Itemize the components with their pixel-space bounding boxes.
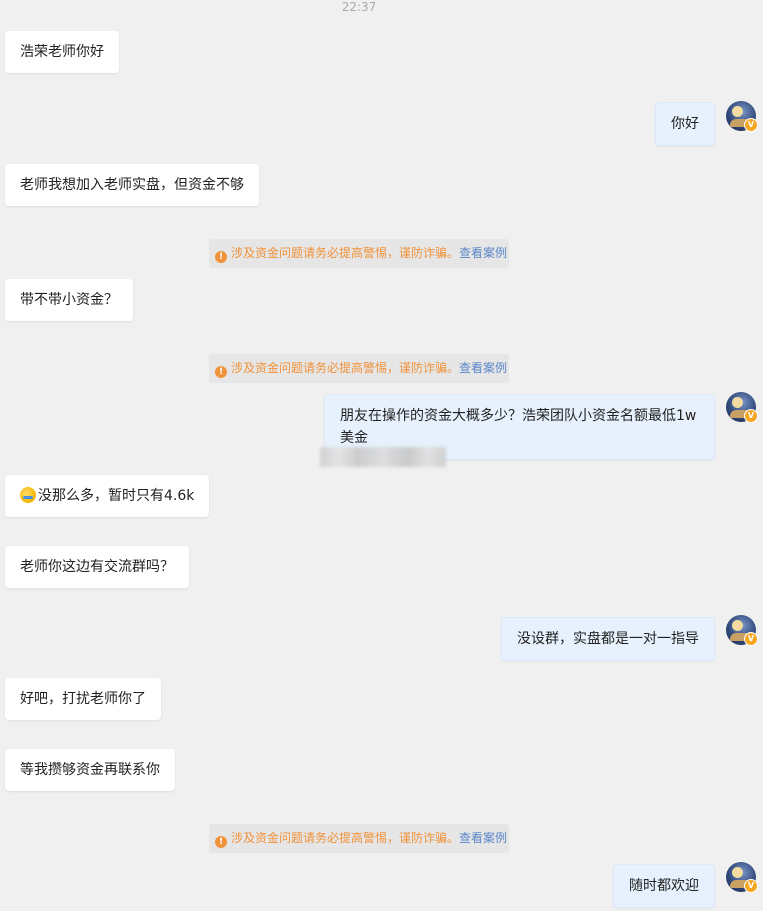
message-bubble-incoming[interactable]: 好吧，打扰老师你了 <box>5 678 161 720</box>
message-text: 朋友在操作的资金大概多少？浩荣团队小资金名额最低1w美金 <box>340 408 697 446</box>
message-bubble-incoming[interactable]: 带不带小资金？ <box>5 279 133 321</box>
verified-badge-icon: V <box>744 879 758 893</box>
message-text: 老师你这边有交流群吗？ <box>20 559 174 575</box>
avatar-moon <box>732 397 743 408</box>
message-bubble-outgoing[interactable]: 随时都欢迎 <box>613 864 715 908</box>
warning-icon: ! <box>215 251 227 263</box>
message-bubble-incoming[interactable]: 老师我想加入老师实盘，但资金不够 <box>5 164 259 206</box>
avatar-moon <box>732 867 743 878</box>
message-bubble-incoming[interactable]: 等我攒够资金再联系你 <box>5 749 175 791</box>
message-text: 没那么多，暂时只有4.6k <box>38 488 195 504</box>
fraud-warning-notice: ! 涉及资金问题请务必提高警惕，谨防诈骗。查看案例 <box>209 354 509 383</box>
verified-badge-icon: V <box>744 118 758 132</box>
crying-laughing-emoji-icon <box>20 487 36 503</box>
chat-timestamp: 22:37 <box>341 0 377 14</box>
message-text: 随时都欢迎 <box>629 878 699 894</box>
message-bubble-outgoing[interactable]: 没设群，实盘都是一对一指导 <box>501 617 715 661</box>
warning-icon: ! <box>215 366 227 378</box>
redacted-area <box>320 447 446 467</box>
avatar-moon <box>732 106 743 117</box>
message-bubble-outgoing[interactable]: 你好 <box>655 102 715 146</box>
message-bubble-incoming[interactable]: 老师你这边有交流群吗？ <box>5 546 189 588</box>
message-bubble-incoming[interactable]: 浩荣老师你好 <box>5 31 119 73</box>
verified-badge-icon: V <box>744 632 758 646</box>
warning-icon: ! <box>215 836 227 848</box>
fraud-warning-notice: ! 涉及资金问题请务必提高警惕，谨防诈骗。查看案例 <box>209 239 509 268</box>
user-avatar[interactable]: V <box>726 615 758 646</box>
message-text: 没设群，实盘都是一对一指导 <box>517 631 699 647</box>
warning-text: 涉及资金问题请务必提高警惕，谨防诈骗。 <box>231 831 460 845</box>
fraud-warning-notice: ! 涉及资金问题请务必提高警惕，谨防诈骗。查看案例 <box>209 824 509 853</box>
view-cases-link[interactable]: 查看案例 <box>459 831 507 845</box>
user-avatar[interactable]: V <box>726 392 758 423</box>
avatar-moon <box>732 620 743 631</box>
message-text: 带不带小资金？ <box>20 292 118 308</box>
message-bubble-incoming[interactable]: 没那么多，暂时只有4.6k <box>5 475 210 517</box>
user-avatar[interactable]: V <box>726 101 758 132</box>
warning-text: 涉及资金问题请务必提高警惕，谨防诈骗。 <box>231 361 460 375</box>
view-cases-link[interactable]: 查看案例 <box>459 246 507 260</box>
message-text: 浩荣老师你好 <box>20 44 104 60</box>
message-text: 好吧，打扰老师你了 <box>20 691 146 707</box>
message-text: 等我攒够资金再联系你 <box>20 762 160 778</box>
message-text: 你好 <box>671 116 699 132</box>
message-text: 老师我想加入老师实盘，但资金不够 <box>20 177 244 193</box>
verified-badge-icon: V <box>744 409 758 423</box>
user-avatar[interactable]: V <box>726 862 758 893</box>
warning-text: 涉及资金问题请务必提高警惕，谨防诈骗。 <box>231 246 460 260</box>
view-cases-link[interactable]: 查看案例 <box>459 361 507 375</box>
